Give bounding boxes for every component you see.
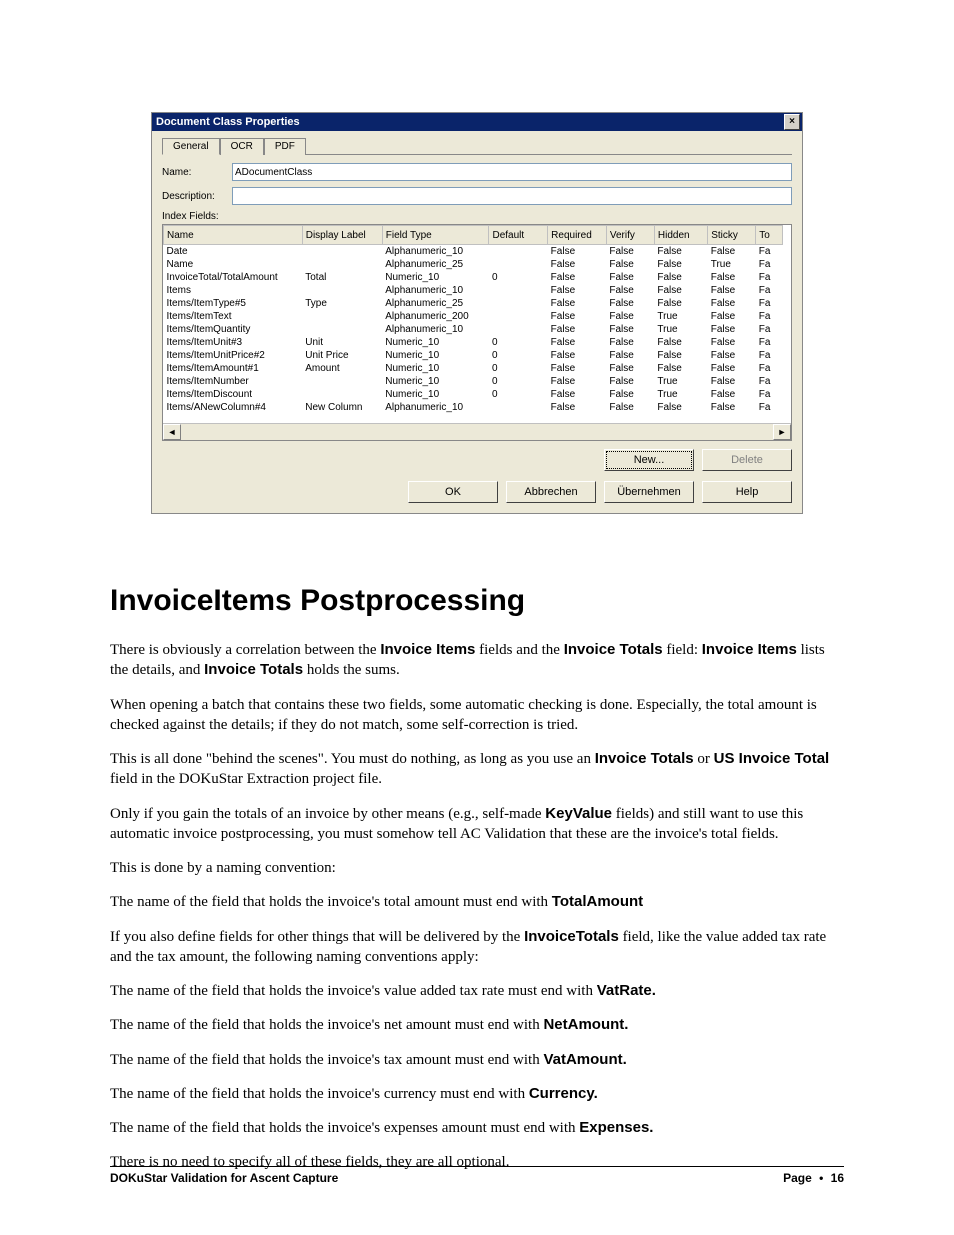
col-ftype[interactable]: Field Type	[382, 226, 489, 245]
description-input[interactable]	[232, 187, 792, 205]
scroll-left-icon[interactable]: ◄	[163, 424, 181, 440]
dialog-title: Document Class Properties	[156, 116, 300, 128]
document-class-properties-dialog: Document Class Properties × General OCR …	[151, 112, 803, 514]
paragraph: There is obviously a correlation between…	[110, 640, 844, 681]
tab-ocr[interactable]: OCR	[220, 138, 264, 155]
table-row[interactable]: Items/ANewColumn#4New ColumnAlphanumeric…	[164, 401, 783, 414]
table-row[interactable]: InvoiceTotal/TotalAmountTotalNumeric_100…	[164, 271, 783, 284]
dialog-titlebar: Document Class Properties ×	[152, 113, 802, 131]
close-icon[interactable]: ×	[784, 114, 800, 130]
name-label: Name:	[162, 167, 232, 178]
description-label: Description:	[162, 191, 232, 202]
col-name[interactable]: Name	[164, 226, 303, 245]
col-required[interactable]: Required	[548, 226, 607, 245]
index-fields-grid[interactable]: Name Display Label Field Type Default Re…	[162, 224, 792, 441]
tab-general[interactable]: General	[162, 138, 220, 155]
tab-pdf[interactable]: PDF	[264, 138, 306, 155]
page-footer: DOKuStar Validation for Ascent Capture P…	[110, 1166, 844, 1185]
apply-button[interactable]: Übernehmen	[604, 481, 694, 503]
index-fields-label: Index Fields:	[162, 211, 792, 222]
table-row[interactable]: Items/ItemQuantityAlphanumeric_10FalseFa…	[164, 323, 783, 336]
grid-header-row: Name Display Label Field Type Default Re…	[164, 226, 783, 245]
help-button[interactable]: Help	[702, 481, 792, 503]
paragraph: The name of the field that holds the inv…	[110, 981, 844, 1001]
col-hidden[interactable]: Hidden	[654, 226, 707, 245]
section-heading: InvoiceItems Postprocessing	[110, 584, 844, 618]
col-default[interactable]: Default	[489, 226, 548, 245]
delete-button[interactable]: Delete	[702, 449, 792, 471]
footer-page-number: Page • 16	[783, 1171, 844, 1185]
paragraph: The name of the field that holds the inv…	[110, 1050, 844, 1070]
table-row[interactable]: NameAlphanumeric_25FalseFalseFalseTrueFa	[164, 258, 783, 271]
col-sticky[interactable]: Sticky	[708, 226, 756, 245]
table-row[interactable]: Items/ItemDiscountNumeric_100FalseFalseT…	[164, 388, 783, 401]
paragraph: If you also define fields for other thin…	[110, 927, 844, 968]
paragraph: Only if you gain the totals of an invoic…	[110, 804, 844, 845]
table-row[interactable]: DateAlphanumeric_10FalseFalseFalseFalseF…	[164, 245, 783, 259]
col-label[interactable]: Display Label	[302, 226, 382, 245]
new-button[interactable]: New...	[604, 449, 694, 471]
paragraph: This is all done "behind the scenes". Yo…	[110, 749, 844, 790]
footer-doc-title: DOKuStar Validation for Ascent Capture	[110, 1171, 338, 1185]
dialog-tabs: General OCR PDF	[162, 137, 792, 155]
paragraph: This is done by a naming convention:	[110, 858, 844, 878]
horizontal-scrollbar[interactable]: ◄ ►	[163, 423, 791, 440]
table-row[interactable]: ItemsAlphanumeric_10FalseFalseFalseFalse…	[164, 284, 783, 297]
table-row[interactable]: Items/ItemUnitPrice#2Unit PriceNumeric_1…	[164, 349, 783, 362]
ok-button[interactable]: OK	[408, 481, 498, 503]
name-input[interactable]	[232, 163, 792, 181]
paragraph: The name of the field that holds the inv…	[110, 1118, 844, 1138]
paragraph: The name of the field that holds the inv…	[110, 1084, 844, 1104]
table-row[interactable]: Items/ItemTextAlphanumeric_200FalseFalse…	[164, 310, 783, 323]
scroll-right-icon[interactable]: ►	[773, 424, 791, 440]
col-to[interactable]: To	[756, 226, 783, 245]
paragraph: The name of the field that holds the inv…	[110, 892, 844, 912]
table-row[interactable]: Items/ItemType#5TypeAlphanumeric_25False…	[164, 297, 783, 310]
paragraph: When opening a batch that contains these…	[110, 695, 844, 736]
col-verify[interactable]: Verify	[606, 226, 654, 245]
table-row[interactable]: Items/ItemAmount#1AmountNumeric_100False…	[164, 362, 783, 375]
table-row[interactable]: Items/ItemUnit#3UnitNumeric_100FalseFals…	[164, 336, 783, 349]
table-row[interactable]: Items/ItemNumberNumeric_100FalseFalseTru…	[164, 375, 783, 388]
paragraph: The name of the field that holds the inv…	[110, 1015, 844, 1035]
cancel-button[interactable]: Abbrechen	[506, 481, 596, 503]
